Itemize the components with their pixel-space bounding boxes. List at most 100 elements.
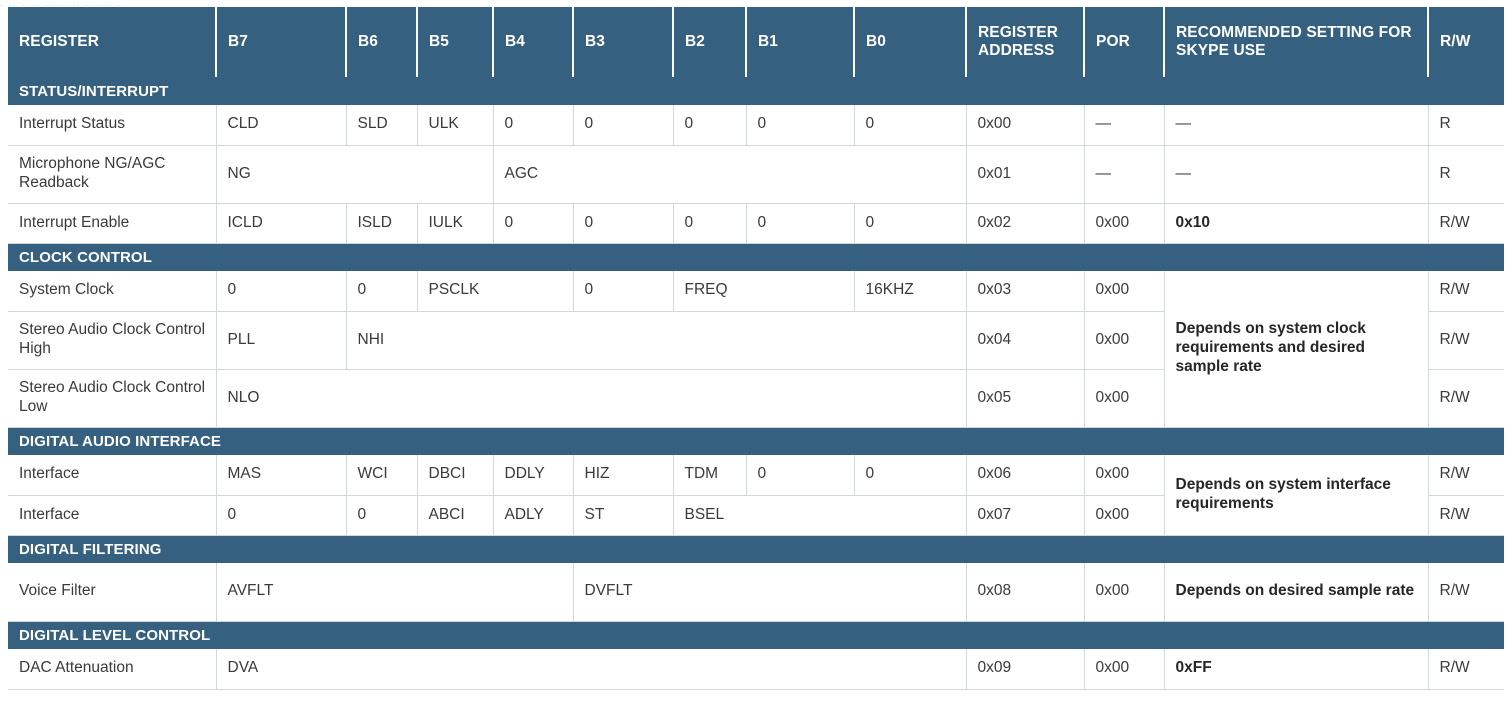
row-register-name: Interface [8,455,217,496]
cell-por: — [1084,105,1165,146]
cell-por: 0x00 [1084,495,1165,536]
row-register-name: Voice Filter [8,563,217,622]
cell-register-address: 0x09 [966,649,1085,690]
cell-register-address: 0x00 [966,105,1085,146]
cell-b3-b0-dvflt: DVFLT [573,563,967,622]
table-header: REGISTER B7 B6 B5 B4 B3 B2 B1 B0 REGISTE… [8,7,1504,77]
cell-b4: 0 [493,105,574,146]
cell-recommended-setting: — [1164,145,1429,204]
cell-por: 0x00 [1084,563,1165,622]
cell-rw: R/W [1428,563,1504,622]
cell-b0-16khz: 16KHZ [854,271,967,312]
register-table-container: REGISTER B7 B6 B5 B4 B3 B2 B1 B0 REGISTE… [8,6,1504,690]
table-row: DAC Attenuation DVA 0x09 0x00 0xFF R/W [8,649,1504,690]
cell-register-address: 0x06 [966,455,1085,496]
cell-register-address: 0x04 [966,311,1085,370]
cell-register-address: 0x03 [966,271,1085,312]
cell-b5: IULK [417,203,494,244]
cell-por: 0x00 [1084,649,1165,690]
cell-recommended-setting: Depends on system interface requirements [1164,455,1429,536]
column-header-b3: B3 [573,7,674,77]
cell-rw: R/W [1428,369,1504,428]
section-title-digital-level-control: DIGITAL LEVEL CONTROL [8,621,1504,649]
cell-b0: 0 [854,455,967,496]
cell-b7: 0 [216,495,347,536]
cell-b6-b0-nhi: NHI [346,311,967,370]
cell-b0: 0 [854,105,967,146]
cell-b3: HIZ [573,455,674,496]
column-header-b6: B6 [346,7,418,77]
cell-b7-b4-avflt: AVFLT [216,563,574,622]
cell-b7: CLD [216,105,347,146]
cell-rw: R/W [1428,495,1504,536]
column-header-register-address: REGISTER ADDRESS [966,7,1085,77]
cell-b7: ICLD [216,203,347,244]
column-header-b0: B0 [854,7,967,77]
cell-recommended-setting: — [1164,105,1429,146]
cell-por: — [1084,145,1165,204]
cell-register-address: 0x07 [966,495,1085,536]
cell-b2-b0-bsel: BSEL [673,495,967,536]
section-header-row: DIGITAL AUDIO INTERFACE [8,427,1504,455]
row-register-name: Stereo Audio Clock Control High [8,311,217,370]
row-register-name: Stereo Audio Clock Control Low [8,369,217,428]
column-header-recommended-setting: RECOMMENDED SETTING FOR SKYPE USE [1164,7,1429,77]
row-register-name: Interrupt Status [8,105,217,146]
section-title-clock-control: CLOCK CONTROL [8,243,1504,271]
section-header-row: CLOCK CONTROL [8,243,1504,271]
cell-b7-b5-ng: NG [216,145,494,204]
row-register-name: Interface [8,495,217,536]
cell-rw: R/W [1428,203,1504,244]
cell-b4: DDLY [493,455,574,496]
cell-b3: 0 [573,105,674,146]
table-row: Interface MAS WCI DBCI DDLY HIZ TDM 0 0 … [8,455,1504,536]
cell-b2: 0 [673,105,747,146]
cell-b2: 0 [673,203,747,244]
column-header-rw: R/W [1428,7,1504,77]
cell-b3: ST [573,495,674,536]
cell-b6: ISLD [346,203,418,244]
row-register-name: DAC Attenuation [8,649,217,690]
cell-b7-b0-dva: DVA [216,649,967,690]
cell-por: 0x00 [1084,271,1165,312]
table-body: STATUS/INTERRUPT Interrupt Status CLD SL… [8,77,1504,690]
column-header-register: REGISTER [8,7,217,77]
cell-b3: 0 [573,203,674,244]
column-header-b7: B7 [216,7,347,77]
cell-b6: 0 [346,495,418,536]
cell-b5: ULK [417,105,494,146]
cell-por: 0x00 [1084,203,1165,244]
cell-b0: 0 [854,203,967,244]
cell-b3: 0 [573,271,674,312]
cell-b4-b0-agc: AGC [493,145,967,204]
register-table-page: . .. . .. .. . . . .. . . . REGISTER B7 … [0,0,1512,724]
column-header-por: POR [1084,7,1165,77]
table-row: Microphone NG/AGC Readback NG AGC 0x01 —… [8,145,1504,204]
section-header-row: DIGITAL FILTERING [8,535,1504,563]
cell-recommended-setting: Depends on desired sample rate [1164,563,1429,622]
cell-b6: 0 [346,271,418,312]
cell-rw: R/W [1428,649,1504,690]
cell-b7: 0 [216,271,347,312]
column-header-b4: B4 [493,7,574,77]
cell-register-address: 0x01 [966,145,1085,204]
cell-b6: WCI [346,455,418,496]
cell-b1: 0 [746,455,855,496]
cell-rw: R [1428,105,1504,146]
cell-b7: MAS [216,455,347,496]
table-row: System Clock 0 0 PSCLK 0 FREQ 16KHZ 0x03… [8,271,1504,428]
section-header-row: DIGITAL LEVEL CONTROL [8,621,1504,649]
row-register-name: System Clock [8,271,217,312]
table-row: Voice Filter AVFLT DVFLT 0x08 0x00 Depen… [8,563,1504,622]
cell-b6: SLD [346,105,418,146]
cell-rw: R [1428,145,1504,204]
table-row: Interrupt Enable ICLD ISLD IULK 0 0 0 0 … [8,203,1504,244]
cell-register-address: 0x05 [966,369,1085,428]
cell-recommended-setting: 0xFF [1164,649,1429,690]
cell-b1: 0 [746,203,855,244]
cell-rw: R/W [1428,271,1504,312]
row-register-name: Microphone NG/AGC Readback [8,145,217,204]
cell-b4: 0 [493,203,574,244]
column-header-b1: B1 [746,7,855,77]
table-row: Interrupt Status CLD SLD ULK 0 0 0 0 0 0… [8,105,1504,146]
